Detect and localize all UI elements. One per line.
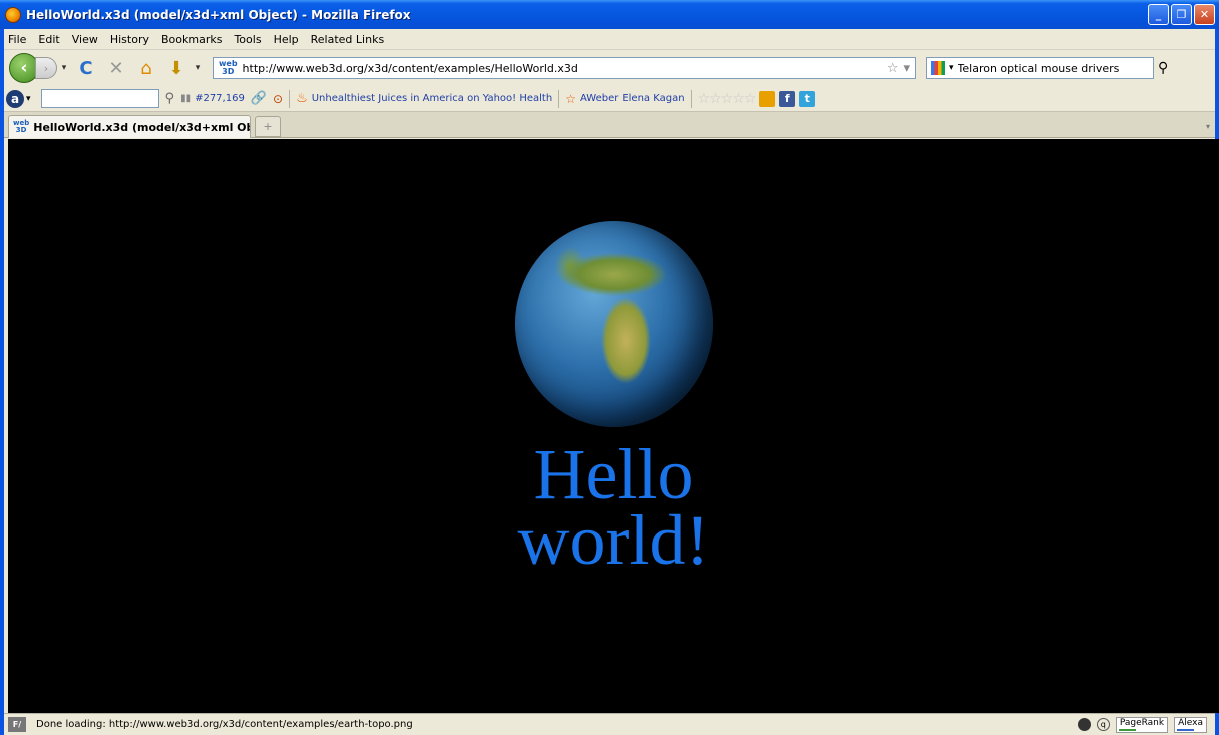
web3d-tab-icon: web 3D <box>13 119 30 134</box>
hello-line: Hello <box>533 434 694 514</box>
site-rating-stars[interactable]: ☆☆☆☆☆ <box>698 91 757 107</box>
web3d-site-icon: web 3D <box>219 59 238 76</box>
menu-tools[interactable]: Tools <box>234 33 261 46</box>
stop-icon: ✕ <box>108 57 124 79</box>
status-bar: F/ Done loading: http://www.web3d.org/x3… <box>4 713 1215 735</box>
earth-globe[interactable] <box>515 221 713 427</box>
url-dropdown-icon[interactable]: ▾ <box>903 61 910 76</box>
alexa-search-icon[interactable]: ⚲ <box>165 91 175 106</box>
google-engine-icon[interactable] <box>931 61 945 75</box>
title-bar[interactable]: HelloWorld.x3d (model/x3d+xml Object) - … <box>0 0 1219 29</box>
stop-button[interactable]: ✕ <box>104 56 128 80</box>
firefox-icon <box>5 6 21 23</box>
download-button[interactable]: ⬇ <box>164 56 188 80</box>
toolbar-separator <box>690 89 692 108</box>
engine-dropdown-icon[interactable]: ▾ <box>949 63 954 73</box>
bookmark-star-icon[interactable]: ☆ <box>887 61 899 76</box>
navigation-toolbar: ‹ › ▾ C ✕ ⌂ ⬇ ▾ web 3D http://www.web3d.o… <box>4 50 1215 86</box>
wayback-icon[interactable]: ⊙ <box>273 92 283 106</box>
status-text: Done loading: http://www.web3d.org/x3d/c… <box>36 719 413 730</box>
minimize-button[interactable]: _ <box>1148 4 1169 25</box>
status-indicators: q PageRank Alexa <box>1077 716 1207 733</box>
tab-list-dropdown-icon[interactable]: ▾ <box>1201 116 1215 137</box>
reload-button[interactable]: C <box>74 56 98 80</box>
window-controls: _ ❐ ✕ <box>1148 4 1215 25</box>
download-dropdown-icon[interactable]: ▾ <box>191 63 205 73</box>
alexa-logo-icon[interactable]: a <box>6 89 24 108</box>
address-bar[interactable]: web 3D http://www.web3d.org/x3d/content/e… <box>213 57 916 79</box>
trending-link-elena-kagan[interactable]: Elena Kagan <box>622 93 684 104</box>
forward-arrow-icon: › <box>43 61 49 75</box>
pagerank-indicator[interactable]: PageRank <box>1115 716 1169 733</box>
alexa-search-input[interactable] <box>40 89 159 108</box>
new-tab-button[interactable]: + <box>255 116 281 137</box>
alexa-rank-bar <box>1177 728 1195 731</box>
menu-file[interactable]: File <box>8 33 26 46</box>
trending-icon[interactable]: ☆ <box>565 92 576 106</box>
back-arrow-icon: ‹ <box>20 58 28 78</box>
menu-view[interactable]: View <box>72 33 98 46</box>
twitter-icon[interactable]: t <box>799 90 816 107</box>
toolbar-separator <box>558 89 560 108</box>
hot-icon[interactable]: ♨ <box>296 91 308 106</box>
tab-title: HelloWorld.x3d (model/x3d+xml Obj... <box>33 120 250 134</box>
traffic-rank[interactable]: #277,169 <box>195 93 245 104</box>
home-button[interactable]: ⌂ <box>134 56 158 80</box>
x3d-viewport[interactable]: Hello world! <box>8 139 1219 713</box>
facebook-icon[interactable]: f <box>779 90 796 107</box>
related-links-icon[interactable]: 🔗 <box>251 91 267 106</box>
reload-icon: C <box>79 57 93 79</box>
world-line: world! <box>517 500 710 580</box>
maximize-button[interactable]: ❐ <box>1171 4 1192 25</box>
toolbar-separator <box>289 89 291 108</box>
url-text[interactable]: http://www.web3d.org/x3d/content/example… <box>243 62 887 75</box>
search-bar[interactable]: ▾ Telaron optical mouse drivers <box>926 57 1154 79</box>
status-q-icon[interactable]: q <box>1096 718 1110 731</box>
close-button[interactable]: ✕ <box>1194 4 1215 25</box>
alexa-rank-indicator[interactable]: Alexa <box>1174 716 1207 733</box>
history-dropdown-icon[interactable]: ▾ <box>57 63 71 73</box>
search-input[interactable]: Telaron optical mouse drivers <box>958 62 1153 75</box>
search-icon[interactable]: ⚲ <box>1158 60 1168 76</box>
download-icon: ⬇ <box>168 57 184 79</box>
menu-bookmarks[interactable]: Bookmarks <box>161 33 222 46</box>
forward-button[interactable]: › <box>35 57 57 79</box>
pagerank-bar <box>1118 728 1137 731</box>
alexa-toolbar: a ▾ ⚲ ▮▮ #277,169 🔗 ⊙ ♨ Unhealthiest Jui… <box>4 86 1215 112</box>
menu-help[interactable]: Help <box>274 33 299 46</box>
window-title: HelloWorld.x3d (model/x3d+xml Object) - … <box>26 7 411 22</box>
menu-bar: File Edit View History Bookmarks Tools H… <box>4 29 1215 50</box>
alexa-dropdown-icon[interactable]: ▾ <box>26 94 31 104</box>
browser-window: HelloWorld.x3d (model/x3d+xml Object) - … <box>0 0 1219 735</box>
home-icon: ⌂ <box>140 57 152 79</box>
hello-world-text: Hello world! <box>8 434 1219 580</box>
menu-related-links[interactable]: Related Links <box>311 33 385 46</box>
status-dark-circle-icon[interactable] <box>1077 718 1091 731</box>
trending-link-aweber[interactable]: AWeber <box>580 93 618 104</box>
traffic-rank-icon[interactable]: ▮▮ <box>180 93 191 104</box>
firebug-icon[interactable]: F/ <box>8 717 26 732</box>
menu-history[interactable]: History <box>110 33 149 46</box>
bookmark-icon[interactable] <box>759 90 776 107</box>
hot-link-unhealthiest-juices[interactable]: Unhealthiest Juices in America on Yahoo!… <box>312 93 552 104</box>
tab-strip: web 3D HelloWorld.x3d (model/x3d+xml Obj.… <box>4 112 1215 138</box>
menu-edit[interactable]: Edit <box>38 33 59 46</box>
tab-helloworld[interactable]: web 3D HelloWorld.x3d (model/x3d+xml Obj.… <box>8 115 251 138</box>
